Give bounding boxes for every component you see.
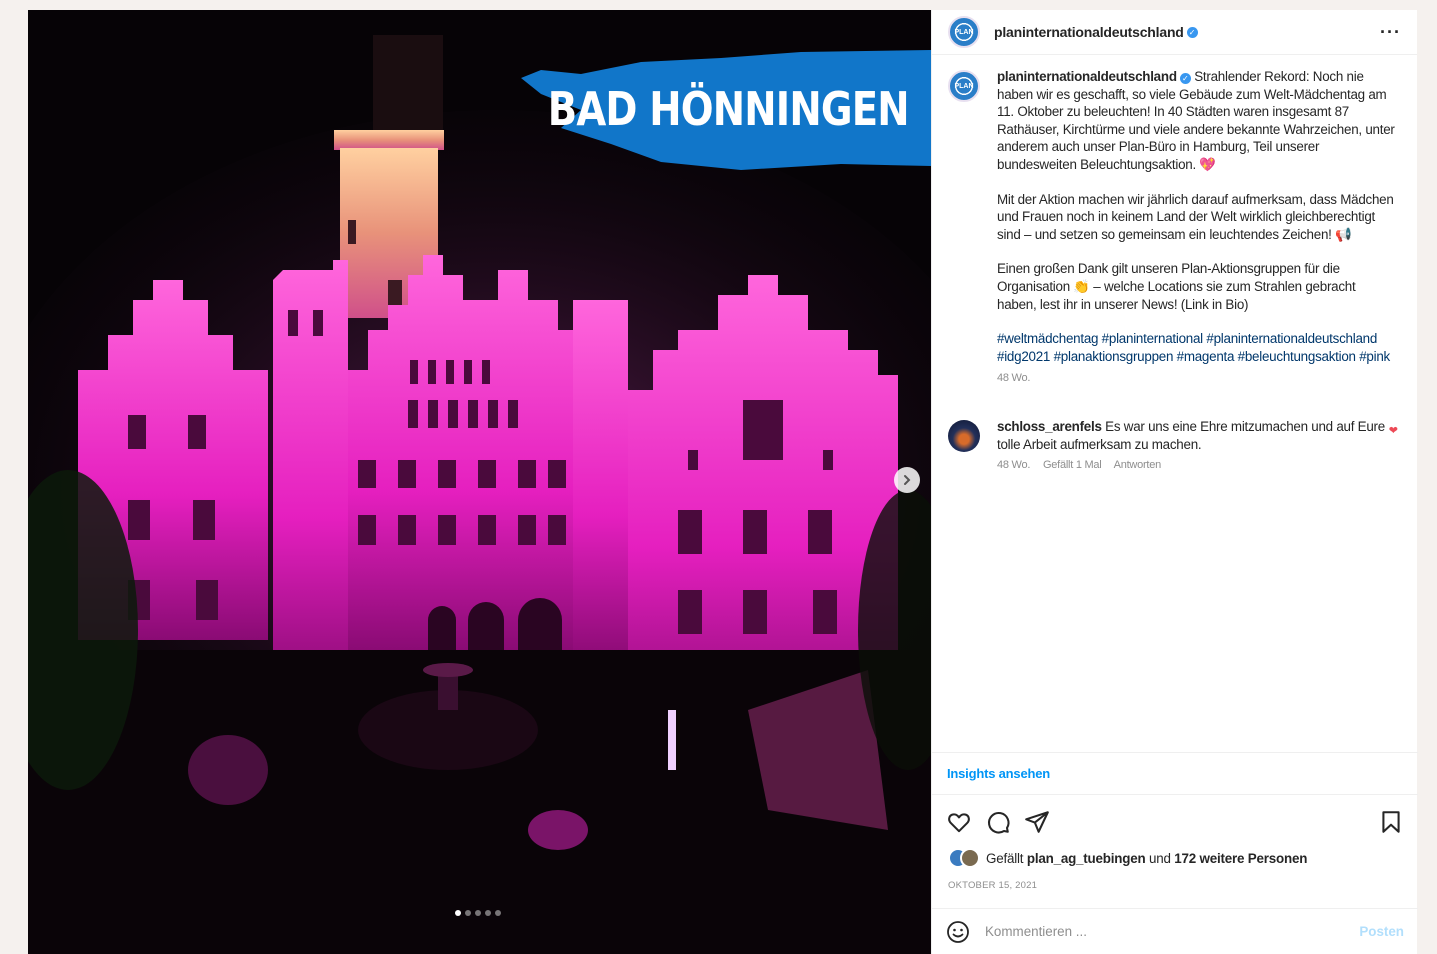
comment-time[interactable]: 48 Wo. — [997, 459, 1030, 471]
comment-input[interactable] — [985, 924, 1345, 939]
likes-others-link[interactable]: 172 weitere Personen — [1174, 851, 1307, 866]
like-heart-icon[interactable] — [946, 809, 972, 835]
emoji-icon[interactable] — [946, 920, 970, 944]
likes-summary: Gefällt plan_ag_tuebingen und 172 weiter… — [948, 848, 1307, 868]
next-image-button[interactable] — [894, 467, 920, 493]
header-username[interactable]: planinternationaldeutschland — [994, 24, 1184, 40]
carousel-indicator — [455, 910, 501, 916]
post-actions — [932, 805, 1418, 839]
comment-avatar[interactable] — [948, 419, 980, 452]
more-options-button[interactable]: ··· — [1380, 22, 1401, 43]
banner-title: BAD HÖNNINGEN — [548, 82, 910, 136]
carousel-dot — [455, 910, 461, 916]
verified-badge-icon: ✓ — [1186, 26, 1198, 38]
liker-username[interactable]: plan_ag_tuebingen — [1027, 851, 1146, 866]
comment-likes[interactable]: Gefällt 1 Mal — [1043, 459, 1102, 471]
likes-prefix: Gefällt — [986, 850, 1024, 866]
caption-username[interactable]: planinternationaldeutschland — [997, 69, 1177, 84]
caption-text-3: Einen großen Dank gilt unseren Plan-Akti… — [997, 261, 1356, 312]
comment-composer: Posten — [932, 908, 1418, 954]
comment-username[interactable]: schloss_arenfels — [997, 419, 1102, 434]
carousel-dot — [465, 910, 471, 916]
comments-section: PLAN planinternationaldeutschland ✓ Strah… — [932, 68, 1418, 475]
instagram-post: BAD HÖNNINGEN PLAN planinternationaldeut… — [28, 10, 1418, 954]
post-media[interactable]: BAD HÖNNINGEN — [28, 10, 931, 954]
comment-heart-icon[interactable]: ❤ — [1389, 424, 1398, 437]
likes-middle: und — [1149, 850, 1171, 866]
bookmark-icon[interactable] — [1378, 809, 1404, 835]
comment-row: schloss_arenfels Es war uns eine Ehre mi… — [948, 418, 1402, 475]
caption-avatar[interactable]: PLAN — [948, 70, 980, 102]
caption: PLAN planinternationaldeutschland ✓ Strah… — [948, 68, 1402, 388]
caption-meta: 48 Wo. — [997, 370, 1397, 388]
verified-badge-icon: ✓ — [1179, 73, 1191, 84]
reply-button[interactable]: Antworten — [1114, 459, 1162, 471]
caption-text-2: Mit der Aktion machen wir jährlich darau… — [997, 191, 1394, 242]
carousel-dot — [495, 910, 501, 916]
post-header: PLAN planinternationaldeutschland ✓ ··· — [932, 10, 1417, 55]
share-paper-plane-icon[interactable] — [1024, 809, 1050, 835]
profile-avatar[interactable]: PLAN — [948, 16, 980, 48]
chevron-right-icon — [904, 475, 911, 485]
caption-time[interactable]: 48 Wo. — [997, 372, 1030, 384]
caption-hashtags[interactable]: #weltmädchentag #planinternational #plan… — [997, 330, 1397, 365]
carousel-dot — [475, 910, 481, 916]
post-comment-button[interactable]: Posten — [1359, 924, 1404, 939]
caption-text-1: Strahlender Rekord: Noch nie haben wir e… — [997, 69, 1395, 172]
comment-bubble-icon[interactable] — [985, 809, 1011, 835]
carousel-dot — [485, 910, 491, 916]
post-date[interactable]: OKTOBER 15, 2021 — [948, 880, 1037, 891]
liker-avatar[interactable] — [960, 848, 980, 868]
insights-link[interactable]: Insights ansehen — [932, 752, 1418, 795]
post-sidebar: PLAN planinternationaldeutschland ✓ ··· … — [931, 10, 1418, 954]
comment-meta: 48 Wo. Gefällt 1 Mal Antworten — [997, 457, 1397, 475]
